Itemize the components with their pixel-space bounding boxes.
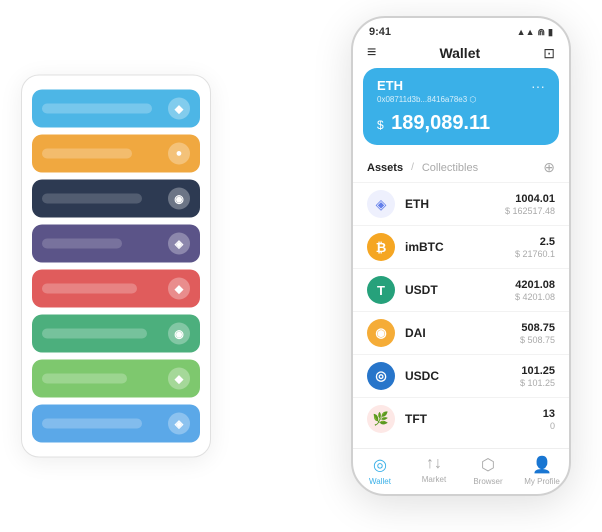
asset-list: ◈ ETH 1004.01 $ 162517.48 ₿ imBTC 2.5 $ … <box>353 182 569 448</box>
assets-header: Assets / Collectibles ⊕ <box>353 155 569 182</box>
nav-browser[interactable]: ⬡ Browser <box>461 455 515 486</box>
page-title: Wallet <box>439 45 480 61</box>
imbtc-icon: ₿ <box>367 233 395 261</box>
asset-amounts-usdc: 101.25 $ 101.25 <box>520 365 555 388</box>
usdc-icon: ◎ <box>367 362 395 390</box>
asset-amounts-dai: 508.75 $ 508.75 <box>520 322 555 345</box>
asset-usd-tft: 0 <box>543 421 555 431</box>
asset-name-eth: ETH <box>405 197 505 211</box>
status-time: 9:41 <box>369 26 391 38</box>
profile-nav-icon: 👤 <box>532 455 552 475</box>
battery-icon: ▮ <box>548 27 553 38</box>
asset-item-usdt[interactable]: T USDT 4201.08 $ 4201.08 <box>353 268 569 311</box>
asset-usd-imbtc: $ 21760.1 <box>515 249 555 259</box>
list-item[interactable]: ◈ <box>32 225 200 263</box>
tab-collectibles[interactable]: Collectibles <box>422 162 478 174</box>
asset-amounts-imbtc: 2.5 $ 21760.1 <box>515 236 555 259</box>
bottom-nav: ◎ Wallet ↑↓ Market ⬡ Browser 👤 My Profil… <box>353 448 569 494</box>
eth-card-amount: 189,089.11 <box>391 112 490 134</box>
currency-symbol: $ <box>377 118 384 132</box>
card-stack: ◆ ● ◉ ◈ ◆ ◉ ◆ ◈ <box>21 75 211 458</box>
asset-usd-eth: $ 162517.48 <box>505 206 555 216</box>
add-asset-button[interactable]: ⊕ <box>543 159 555 176</box>
asset-name-imbtc: imBTC <box>405 240 515 254</box>
browser-nav-icon: ⬡ <box>481 455 495 475</box>
asset-amount-usdc: 101.25 <box>520 365 555 377</box>
eth-card-address: 0x08711d3b...8416a78e3 ⬡ <box>377 95 545 104</box>
scan-icon[interactable]: ⊡ <box>543 45 555 62</box>
signal-icon: ▲▲ <box>517 27 535 37</box>
wallet-nav-label: Wallet <box>369 477 391 486</box>
asset-name-usdc: USDC <box>405 369 520 383</box>
tab-assets[interactable]: Assets <box>367 162 403 174</box>
status-icons: ▲▲ ⋒ ▮ <box>517 27 553 38</box>
asset-usd-usdc: $ 101.25 <box>520 378 555 388</box>
asset-amount-dai: 508.75 <box>520 322 555 334</box>
asset-item-usdc[interactable]: ◎ USDC 101.25 $ 101.25 <box>353 354 569 397</box>
asset-usd-dai: $ 508.75 <box>520 335 555 345</box>
list-item[interactable]: ● <box>32 135 200 173</box>
nav-profile[interactable]: 👤 My Profile <box>515 455 569 486</box>
eth-card[interactable]: ETH ··· 0x08711d3b...8416a78e3 ⬡ $ 189,0… <box>363 68 559 145</box>
phone: 9:41 ▲▲ ⋒ ▮ ≡ Wallet ⊡ ETH ··· 0x08711d3… <box>351 16 571 496</box>
list-item[interactable]: ◆ <box>32 270 200 308</box>
usdt-icon: T <box>367 276 395 304</box>
top-nav: ≡ Wallet ⊡ <box>353 42 569 68</box>
asset-amounts-usdt: 4201.08 $ 4201.08 <box>515 279 555 302</box>
wifi-icon: ⋒ <box>538 27 546 38</box>
asset-name-tft: TFT <box>405 412 543 426</box>
asset-amount-usdt: 4201.08 <box>515 279 555 291</box>
dai-icon: ◉ <box>367 319 395 347</box>
asset-amounts-eth: 1004.01 $ 162517.48 <box>505 193 555 216</box>
tab-separator: / <box>411 162 414 173</box>
assets-tabs: Assets / Collectibles <box>367 162 478 174</box>
list-item[interactable]: ◈ <box>32 405 200 443</box>
asset-name-dai: DAI <box>405 326 520 340</box>
asset-amount-tft: 13 <box>543 408 555 420</box>
asset-item-tft[interactable]: 🌿 TFT 13 0 <box>353 397 569 440</box>
nav-market[interactable]: ↑↓ Market <box>407 455 461 486</box>
profile-nav-label: My Profile <box>524 477 560 486</box>
tft-icon: 🌿 <box>367 405 395 433</box>
browser-nav-label: Browser <box>473 477 502 486</box>
market-nav-icon: ↑↓ <box>426 455 442 473</box>
eth-icon: ◈ <box>367 190 395 218</box>
asset-item-imbtc[interactable]: ₿ imBTC 2.5 $ 21760.1 <box>353 225 569 268</box>
list-item[interactable]: ◉ <box>32 180 200 218</box>
asset-item-eth[interactable]: ◈ ETH 1004.01 $ 162517.48 <box>353 182 569 225</box>
eth-card-title: ETH <box>377 78 403 93</box>
list-item[interactable]: ◆ <box>32 360 200 398</box>
asset-item-dai[interactable]: ◉ DAI 508.75 $ 508.75 <box>353 311 569 354</box>
asset-amounts-tft: 13 0 <box>543 408 555 431</box>
asset-name-usdt: USDT <box>405 283 515 297</box>
menu-icon[interactable]: ≡ <box>367 44 376 62</box>
asset-usd-usdt: $ 4201.08 <box>515 292 555 302</box>
wallet-nav-icon: ◎ <box>373 455 387 475</box>
nav-wallet[interactable]: ◎ Wallet <box>353 455 407 486</box>
asset-amount-imbtc: 2.5 <box>515 236 555 248</box>
status-bar: 9:41 ▲▲ ⋒ ▮ <box>353 18 569 42</box>
eth-card-more-button[interactable]: ··· <box>531 78 545 94</box>
market-nav-label: Market <box>422 475 446 484</box>
list-item[interactable]: ◆ <box>32 90 200 128</box>
scene: ◆ ● ◉ ◈ ◆ ◉ ◆ ◈ <box>21 16 581 516</box>
list-item[interactable]: ◉ <box>32 315 200 353</box>
asset-amount-eth: 1004.01 <box>505 193 555 205</box>
